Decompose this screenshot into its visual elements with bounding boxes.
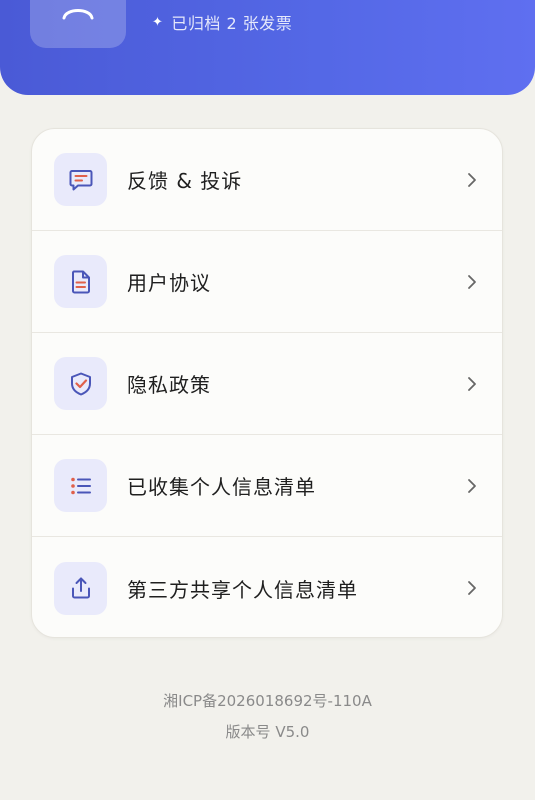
menu-item-feedback[interactable]: 反馈 & 投诉 [32, 129, 502, 231]
archived-count: ✦ 已归档 2 张发票 [152, 10, 292, 34]
menu-item-privacy-policy[interactable]: 隐私政策 [32, 333, 502, 435]
menu-item-label: 第三方共享个人信息清单 [127, 577, 358, 602]
feedback-icon [54, 153, 107, 206]
chevron-right-icon [468, 172, 476, 187]
shield-check-icon [54, 357, 107, 410]
user-icon [62, 9, 94, 20]
list-icon [54, 459, 107, 512]
menu-item-label: 已收集个人信息清单 [127, 475, 316, 499]
document-icon [54, 255, 107, 308]
menu-item-label: 隐私政策 [127, 373, 211, 397]
menu-card: 反馈 & 投诉 用户协议 隐私政策 已收集个人信息清单 第三方共享个人信息清单 [31, 128, 503, 638]
icp-record: 湘ICP备2026018692号-110A [163, 692, 372, 710]
avatar[interactable] [30, 0, 126, 48]
menu-item-label: 反馈 & 投诉 [127, 169, 243, 193]
archived-text: 已归档 2 张发票 [171, 14, 293, 33]
menu-item-label: 用户协议 [127, 271, 211, 295]
chevron-right-icon [468, 274, 476, 289]
chevron-right-icon [468, 376, 476, 391]
share-upload-icon [54, 561, 107, 615]
menu-item-third-party-sharing-list[interactable]: 第三方共享个人信息清单 [32, 537, 502, 637]
version-label: 版本号 V5.0 [225, 723, 310, 741]
sparkle-icon: ✦ [152, 14, 164, 30]
menu-item-user-agreement[interactable]: 用户协议 [32, 231, 502, 333]
profile-header: ✦ 已归档 2 张发票 [0, 0, 535, 95]
menu-item-collected-info-list[interactable]: 已收集个人信息清单 [32, 435, 502, 537]
chevron-right-icon [468, 478, 476, 493]
chevron-right-icon [468, 581, 476, 595]
